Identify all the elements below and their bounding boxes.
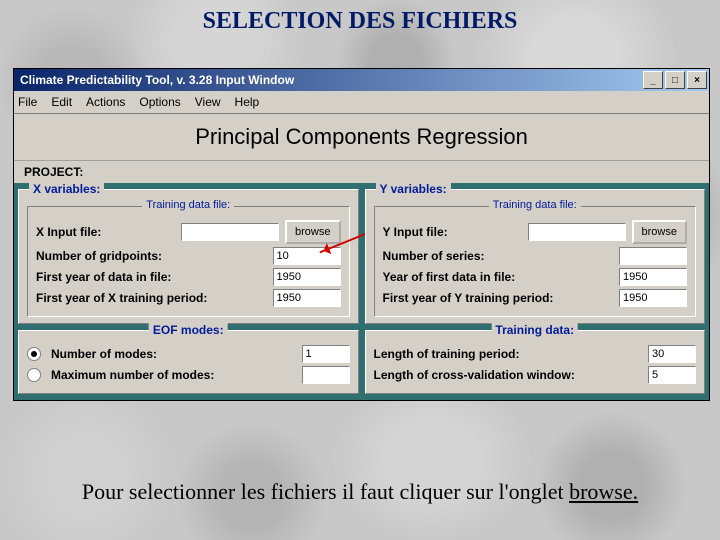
app-window: Climate Predictability Tool, v. 3.28 Inp… <box>13 68 710 401</box>
y-legend: Y variables: <box>376 182 451 196</box>
close-icon[interactable]: × <box>687 71 707 89</box>
x-browse-button[interactable]: browse <box>285 220 340 244</box>
app-heading: Principal Components Regression <box>14 114 709 161</box>
x-trainyear-field[interactable]: 1950 <box>273 289 341 307</box>
menu-options[interactable]: Options <box>139 95 180 109</box>
y-firstyear-field[interactable]: 1950 <box>619 268 687 286</box>
y-trainyear-field[interactable]: 1950 <box>619 289 687 307</box>
train-cv-label: Length of cross-validation window: <box>374 368 643 382</box>
x-training-legend: Training data file: <box>142 199 234 211</box>
x-input-field[interactable] <box>181 223 279 241</box>
slide-caption: Pour selectionner les fichiers il faut c… <box>0 479 720 505</box>
menu-edit[interactable]: Edit <box>51 95 72 109</box>
eof-max-label: Maximum number of modes: <box>51 368 296 382</box>
x-variables-panel: X variables: Training data file: X Input… <box>18 189 359 324</box>
menu-bar: File Edit Actions Options View Help <box>14 91 709 114</box>
maximize-icon[interactable]: □ <box>665 71 685 89</box>
window-title: Climate Predictability Tool, v. 3.28 Inp… <box>20 73 294 87</box>
x-gridpoints-label: Number of gridpoints: <box>36 249 267 263</box>
eof-max-radio[interactable] <box>27 368 41 382</box>
eof-num-field[interactable]: 1 <box>302 345 350 363</box>
y-series-field[interactable] <box>619 247 687 265</box>
train-len-field[interactable]: 30 <box>648 345 696 363</box>
train-legend: Training data: <box>491 323 578 337</box>
y-input-field[interactable] <box>528 223 626 241</box>
window-titlebar[interactable]: Climate Predictability Tool, v. 3.28 Inp… <box>14 69 709 91</box>
eof-panel: EOF modes: Number of modes: 1 Maximum nu… <box>18 330 359 394</box>
menu-view[interactable]: View <box>195 95 221 109</box>
y-variables-panel: Y variables: Training data file: Y Input… <box>365 189 706 324</box>
minimize-icon[interactable]: _ <box>643 71 663 89</box>
eof-legend: EOF modes: <box>149 323 228 337</box>
menu-file[interactable]: File <box>18 95 37 109</box>
eof-num-label: Number of modes: <box>51 347 296 361</box>
y-browse-button[interactable]: browse <box>632 220 687 244</box>
eof-max-field[interactable] <box>302 366 350 384</box>
menu-help[interactable]: Help <box>235 95 260 109</box>
x-firstyear-field[interactable]: 1950 <box>273 268 341 286</box>
x-legend: X variables: <box>29 182 104 196</box>
train-cv-field[interactable]: 5 <box>648 366 696 384</box>
y-training-legend: Training data file: <box>489 199 581 211</box>
y-trainyear-label: First year of Y training period: <box>383 291 614 305</box>
x-input-label: X Input file: <box>36 225 175 239</box>
y-series-label: Number of series: <box>383 249 614 263</box>
caption-text: Pour selectionner les fichiers il faut c… <box>82 479 569 504</box>
y-input-label: Y Input file: <box>383 225 522 239</box>
menu-actions[interactable]: Actions <box>86 95 125 109</box>
y-firstyear-label: Year of first data in file: <box>383 270 614 284</box>
page-title: SELECTION DES FICHIERS <box>0 0 720 35</box>
training-data-panel: Training data: Length of training period… <box>365 330 706 394</box>
x-firstyear-label: First year of data in file: <box>36 270 267 284</box>
eof-num-radio[interactable] <box>27 347 41 361</box>
train-len-label: Length of training period: <box>374 347 643 361</box>
x-gridpoints-field[interactable]: 10 <box>273 247 341 265</box>
project-label: PROJECT: <box>14 161 709 183</box>
caption-link: browse. <box>569 479 638 504</box>
x-trainyear-label: First year of X training period: <box>36 291 267 305</box>
